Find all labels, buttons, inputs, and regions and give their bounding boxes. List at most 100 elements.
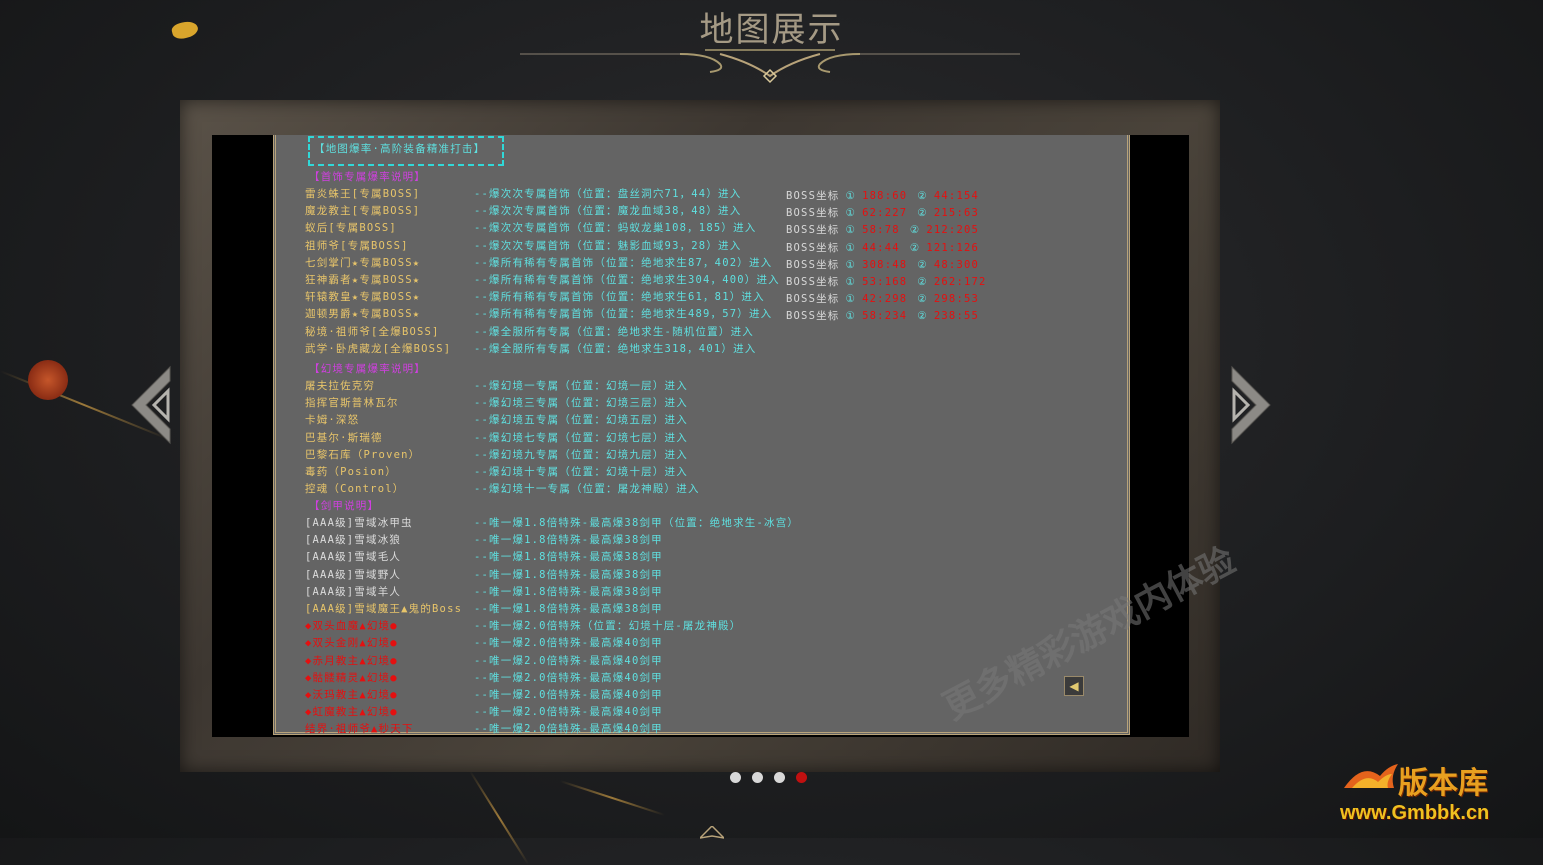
boss-coord-label: BOSS坐标 xyxy=(786,293,840,306)
boss-coord-c1: ① xyxy=(845,241,857,254)
section-title: 【幻境专属爆率说明】 xyxy=(309,363,426,375)
boss-coord-label: BOSS坐标 xyxy=(786,310,840,323)
boss-coord-label: BOSS坐标 xyxy=(786,276,840,288)
row-description: --爆次次专属首饰（位置：魔龙血域38，48）进入 xyxy=(474,205,742,218)
row-description: --爆次次专属首饰（位置：魅影血域93，28）进入 xyxy=(474,239,742,252)
boss-coord-v2: 48:300 xyxy=(933,258,980,271)
boss-coord-v1: 188:60 xyxy=(862,190,908,202)
boss-coord-v1: 53:168 xyxy=(862,276,908,288)
game-screenshot: 【地图爆率·高阶装备精准打击】 更多精彩游戏内体验 ◀ 【首饰专属爆率说明】 雷炎… xyxy=(273,135,1242,736)
row-name: 巴黎石库（Proven） xyxy=(305,448,421,461)
row-description: --爆幻境七专属（位置：幻境七层）进入 xyxy=(474,431,688,444)
row-name: ◆赤月教主▲幻境● xyxy=(305,654,398,667)
section-title: 【剑甲说明】 xyxy=(309,500,380,512)
chevron-left-icon[interactable] xyxy=(130,365,172,445)
row-description: --唯一爆2.0倍特殊-最高爆40剑甲 xyxy=(474,706,663,719)
boss-coord-v2: 121:126 xyxy=(926,241,980,254)
row-description: --唯一爆1.8倍特殊-最高爆38剑甲 xyxy=(474,551,663,564)
boss-coord-c1: ① xyxy=(845,224,857,237)
carousel-dot[interactable] xyxy=(752,772,763,783)
carousel-dot[interactable] xyxy=(730,772,741,783)
boss-coord-c2: ② xyxy=(917,293,928,306)
row-name: 卡姆·深怒 xyxy=(305,414,360,427)
boss-coord-v2: 212:205 xyxy=(926,224,980,237)
row-description: --唯一爆2.0倍特殊-最高爆40剑甲 xyxy=(474,689,663,701)
chevron-right-icon[interactable] xyxy=(1230,365,1272,445)
boss-coord-v2: 262:172 xyxy=(933,276,987,288)
row-name: 巴基尔·斯瑞德 xyxy=(305,431,383,444)
row-description: --爆所有稀有专属首饰（位置：绝地求生87，402）进入 xyxy=(474,256,773,269)
boss-coord-c1: ① xyxy=(845,190,857,202)
boss-coord-c1: ① xyxy=(845,207,857,220)
logo-url: www.Gmbbk.cn xyxy=(1340,802,1490,824)
boss-coord-v2: 298:53 xyxy=(933,293,980,306)
row-description: --唯一爆1.8倍特殊-最高爆38剑甲 xyxy=(474,603,663,615)
row-description: --爆次次专属首饰（位置：蚂蚁龙巢108，185）进入 xyxy=(474,222,757,235)
screen-header: 【地图爆率·高阶装备精准打击】 xyxy=(314,143,486,155)
row-description: --唯一爆1.8倍特殊-最高爆38剑甲 xyxy=(474,585,663,598)
row-description: --爆次次专属首饰（位置：盘丝洞穴71，44）进入 xyxy=(474,188,742,200)
logo-text: 版本库 xyxy=(1398,766,1488,801)
boss-coord-label: BOSS坐标 xyxy=(786,258,840,271)
background-streak xyxy=(559,780,665,816)
row-name: ◆虹魔教主▲幻境● xyxy=(305,706,398,719)
row-description: --唯一爆2.0倍特殊-最高爆40剑甲 xyxy=(474,637,663,650)
row-description: --唯一爆1.8倍特殊-最高爆38剑甲 xyxy=(474,568,663,581)
boss-coord-v1: 42:298 xyxy=(862,293,908,306)
row-description: --爆幻境三专属（位置：幻境三层）进入 xyxy=(474,397,688,410)
row-name: 屠夫拉佐克穷 xyxy=(305,380,376,392)
row-name: 雷炎蛛王[专属BOSS] xyxy=(305,188,421,200)
row-description: --爆所有稀有专属首饰（位置：绝地求生489，57）进入 xyxy=(474,308,773,321)
boss-coord-c2: ② xyxy=(917,190,928,202)
boss-coordinates: BOSS坐标 ① 44:44 ② 121:126 xyxy=(786,242,985,255)
row-name: [AAA级]雪域冰狼 xyxy=(305,534,402,547)
row-name: 武学·卧虎藏龙[全爆BOSS] xyxy=(305,342,452,355)
row-description: --唯一爆2.0倍特殊-最高爆40剑甲 xyxy=(474,723,663,736)
boss-coordinates: BOSS坐标 ① 308:48 ② 48:300 xyxy=(786,259,985,272)
site-logo: 版本库 www.Gmbbk.cn xyxy=(1340,740,1540,835)
boss-coord-v1: 62:227 xyxy=(862,207,908,220)
row-description: --爆全服所有专属（位置：绝地求生-随机位置）进入 xyxy=(474,325,754,338)
boss-coordinates: BOSS坐标 ① 58:234 ② 238:55 xyxy=(786,310,985,323)
row-name: 祖师爷[专属BOSS] xyxy=(305,239,409,252)
row-name: 毒药（Posion） xyxy=(305,466,397,478)
boss-coord-v1: 58:78 xyxy=(862,224,900,237)
row-name: [AAA级]雪域羊人 xyxy=(305,585,402,598)
boss-coord-c2: ② xyxy=(917,207,928,220)
boss-coord-v2: 238:55 xyxy=(933,310,980,323)
row-description: --爆所有稀有专属首饰（位置：绝地求生61，81）进入 xyxy=(474,291,765,304)
row-name: 狂神霸者★专属BOSS★ xyxy=(305,274,421,286)
boss-coord-label: BOSS坐标 xyxy=(786,207,840,220)
logo-flame xyxy=(1344,764,1398,788)
row-name: 控魂（Control） xyxy=(305,483,405,496)
boss-coord-v1: 58:234 xyxy=(862,310,908,323)
boss-coord-c2: ② xyxy=(909,241,921,254)
back-arrow-icon[interactable]: ◀ xyxy=(1064,676,1084,696)
row-name: 结界·祖师爷▲秒天下 xyxy=(305,723,414,736)
carousel-dot[interactable] xyxy=(774,772,785,783)
boss-coord-c1: ① xyxy=(845,310,857,323)
row-description: --唯一爆2.0倍特殊（位置：幻境十层-屠龙神殿） xyxy=(474,620,742,633)
title-ornament xyxy=(520,49,1020,84)
boss-coord-label: BOSS坐标 xyxy=(786,224,840,237)
row-name: ◆沃玛教主▲幻境● xyxy=(305,689,398,701)
row-description: --爆幻境十专属（位置：幻境十层）进入 xyxy=(474,466,688,478)
row-description: --爆幻境九专属（位置：幻境九层）进入 xyxy=(474,448,688,461)
row-name: ◆双头金刚▲幻境● xyxy=(305,637,398,650)
row-name: 秘境·祖师爷[全爆BOSS] xyxy=(305,325,440,338)
boss-coord-c2: ② xyxy=(909,224,921,237)
row-name: 七剑掌门★专属BOSS★ xyxy=(305,256,421,269)
row-name: [AAA级]雪域冰甲虫 xyxy=(305,517,413,529)
boss-coord-label: BOSS坐标 xyxy=(786,190,840,202)
boss-coord-label: BOSS坐标 xyxy=(786,241,840,254)
boss-coord-c2: ② xyxy=(917,276,928,288)
boss-coord-v2: 44:154 xyxy=(933,190,980,202)
boss-coord-v2: 215:63 xyxy=(933,207,980,220)
boss-coordinates: BOSS坐标 ① 42:298 ② 298:53 xyxy=(786,293,985,306)
row-name: 魔龙教主[专属BOSS] xyxy=(305,205,421,218)
carousel-dot[interactable] xyxy=(796,772,807,783)
boss-coordinates: BOSS坐标 ① 53:168 ② 262:172 xyxy=(786,276,993,289)
row-name: 迦顿男爵★专属BOSS★ xyxy=(305,308,421,321)
boss-coord-c1: ① xyxy=(845,258,857,271)
row-description: --唯一爆1.8倍特殊-最高爆38剑甲 xyxy=(474,534,663,547)
